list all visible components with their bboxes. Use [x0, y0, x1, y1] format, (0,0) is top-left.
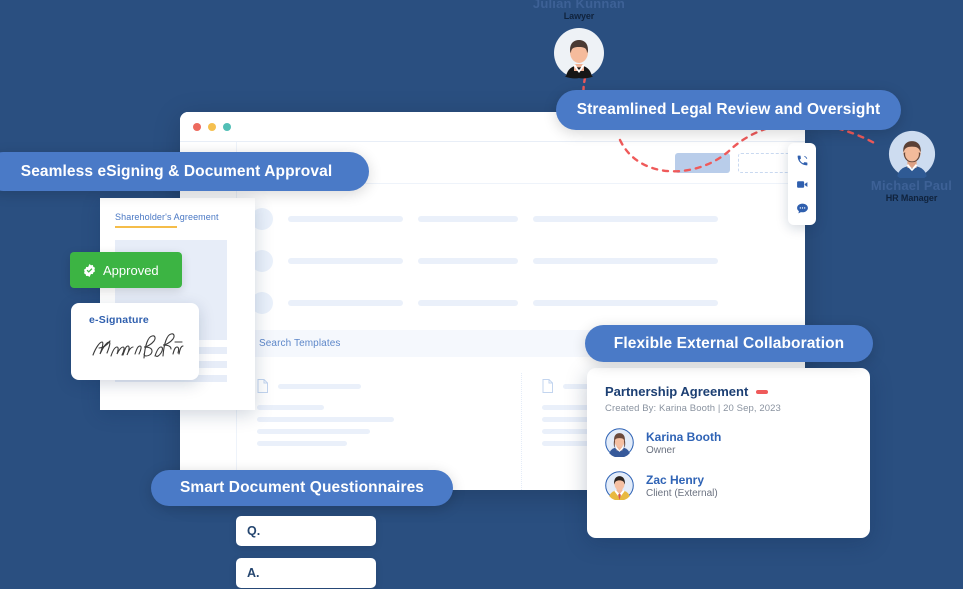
row-cell-placeholder — [418, 300, 518, 306]
row-cell-placeholder — [418, 216, 518, 222]
header-secondary-button-placeholder[interactable] — [738, 152, 793, 173]
hero-illustration: Search Templates Julian Kunnan Lawyer Mi… — [0, 0, 963, 589]
status-badge-approved: Approved — [70, 252, 182, 288]
template-line-placeholder — [257, 405, 324, 410]
partnership-agreement-card[interactable]: Partnership Agreement Created By: Karina… — [587, 368, 870, 538]
partnership-meta: Created By: Karina Booth | 20 Sep, 2023 — [605, 403, 781, 414]
feature-pill-legal-review[interactable]: Streamlined Legal Review and Oversight — [556, 90, 901, 130]
chat-bubble-icon[interactable] — [796, 202, 809, 215]
template-title-placeholder — [278, 383, 361, 389]
row-cell-placeholder — [533, 300, 718, 306]
persona-lawyer: Julian Kunnan Lawyer — [494, 0, 664, 79]
feature-pill-external-collaboration[interactable]: Flexible External Collaboration — [585, 325, 873, 362]
row-cell-placeholder — [288, 216, 403, 222]
member-name: Karina Booth — [646, 429, 722, 444]
persona-name: Michael Paul — [870, 178, 953, 193]
feature-pill-questionnaires[interactable]: Smart Document Questionnaires — [151, 470, 453, 506]
avatar — [605, 428, 634, 457]
member-row[interactable]: Zac Henry Client (External) — [605, 471, 852, 500]
content-list — [237, 184, 805, 330]
header-primary-button-placeholder[interactable] — [675, 152, 730, 173]
row-cell-placeholder — [533, 216, 718, 222]
partnership-title: Partnership Agreement — [605, 384, 749, 399]
esignature-card: e-Signature — [71, 303, 199, 380]
video-camera-icon[interactable] — [796, 178, 809, 191]
traffic-light-close-icon[interactable] — [193, 122, 201, 131]
document-icon — [257, 379, 268, 393]
card-title-row: Partnership Agreement — [605, 384, 852, 399]
list-item[interactable] — [237, 282, 805, 324]
member-name: Zac Henry — [646, 472, 705, 487]
esignature-label: e-Signature — [89, 314, 149, 326]
member-role: Owner — [646, 444, 676, 456]
approved-label: Approved — [103, 262, 159, 278]
member-role: Client (External) — [646, 487, 718, 499]
list-item[interactable] — [237, 240, 805, 282]
avatar — [605, 471, 634, 500]
avatar — [554, 28, 604, 79]
row-cell-placeholder — [533, 258, 718, 264]
persona-hr: Michael Paul HR Manager — [860, 130, 963, 203]
persona-role: HR Manager — [885, 193, 938, 203]
answer-field[interactable]: A. — [236, 558, 376, 588]
list-item[interactable] — [237, 198, 805, 240]
check-seal-icon — [84, 263, 95, 277]
traffic-light-minimize-icon[interactable] — [208, 122, 216, 131]
row-cell-placeholder — [418, 258, 518, 264]
status-dash-icon — [756, 389, 769, 394]
persona-role: Lawyer — [563, 11, 595, 21]
communication-rail — [788, 143, 816, 225]
document-title: Shareholder's Agreement — [115, 212, 219, 222]
avatar — [888, 130, 935, 178]
phone-icon[interactable] — [796, 154, 809, 167]
persona-name: Julian Kunnan — [532, 0, 626, 11]
member-row[interactable]: Karina Booth Owner — [605, 428, 852, 457]
template-line-placeholder — [257, 429, 370, 434]
row-cell-placeholder — [288, 258, 403, 264]
handwritten-signature — [92, 333, 184, 359]
title-underline — [115, 226, 177, 228]
feature-pill-esigning[interactable]: Seamless eSigning & Document Approval — [0, 152, 369, 191]
template-line-placeholder — [257, 441, 347, 446]
document-icon — [542, 379, 553, 393]
row-cell-placeholder — [288, 300, 403, 306]
template-line-placeholder — [257, 417, 394, 422]
traffic-light-maximize-icon[interactable] — [223, 122, 231, 131]
question-field[interactable]: Q. — [236, 516, 376, 546]
